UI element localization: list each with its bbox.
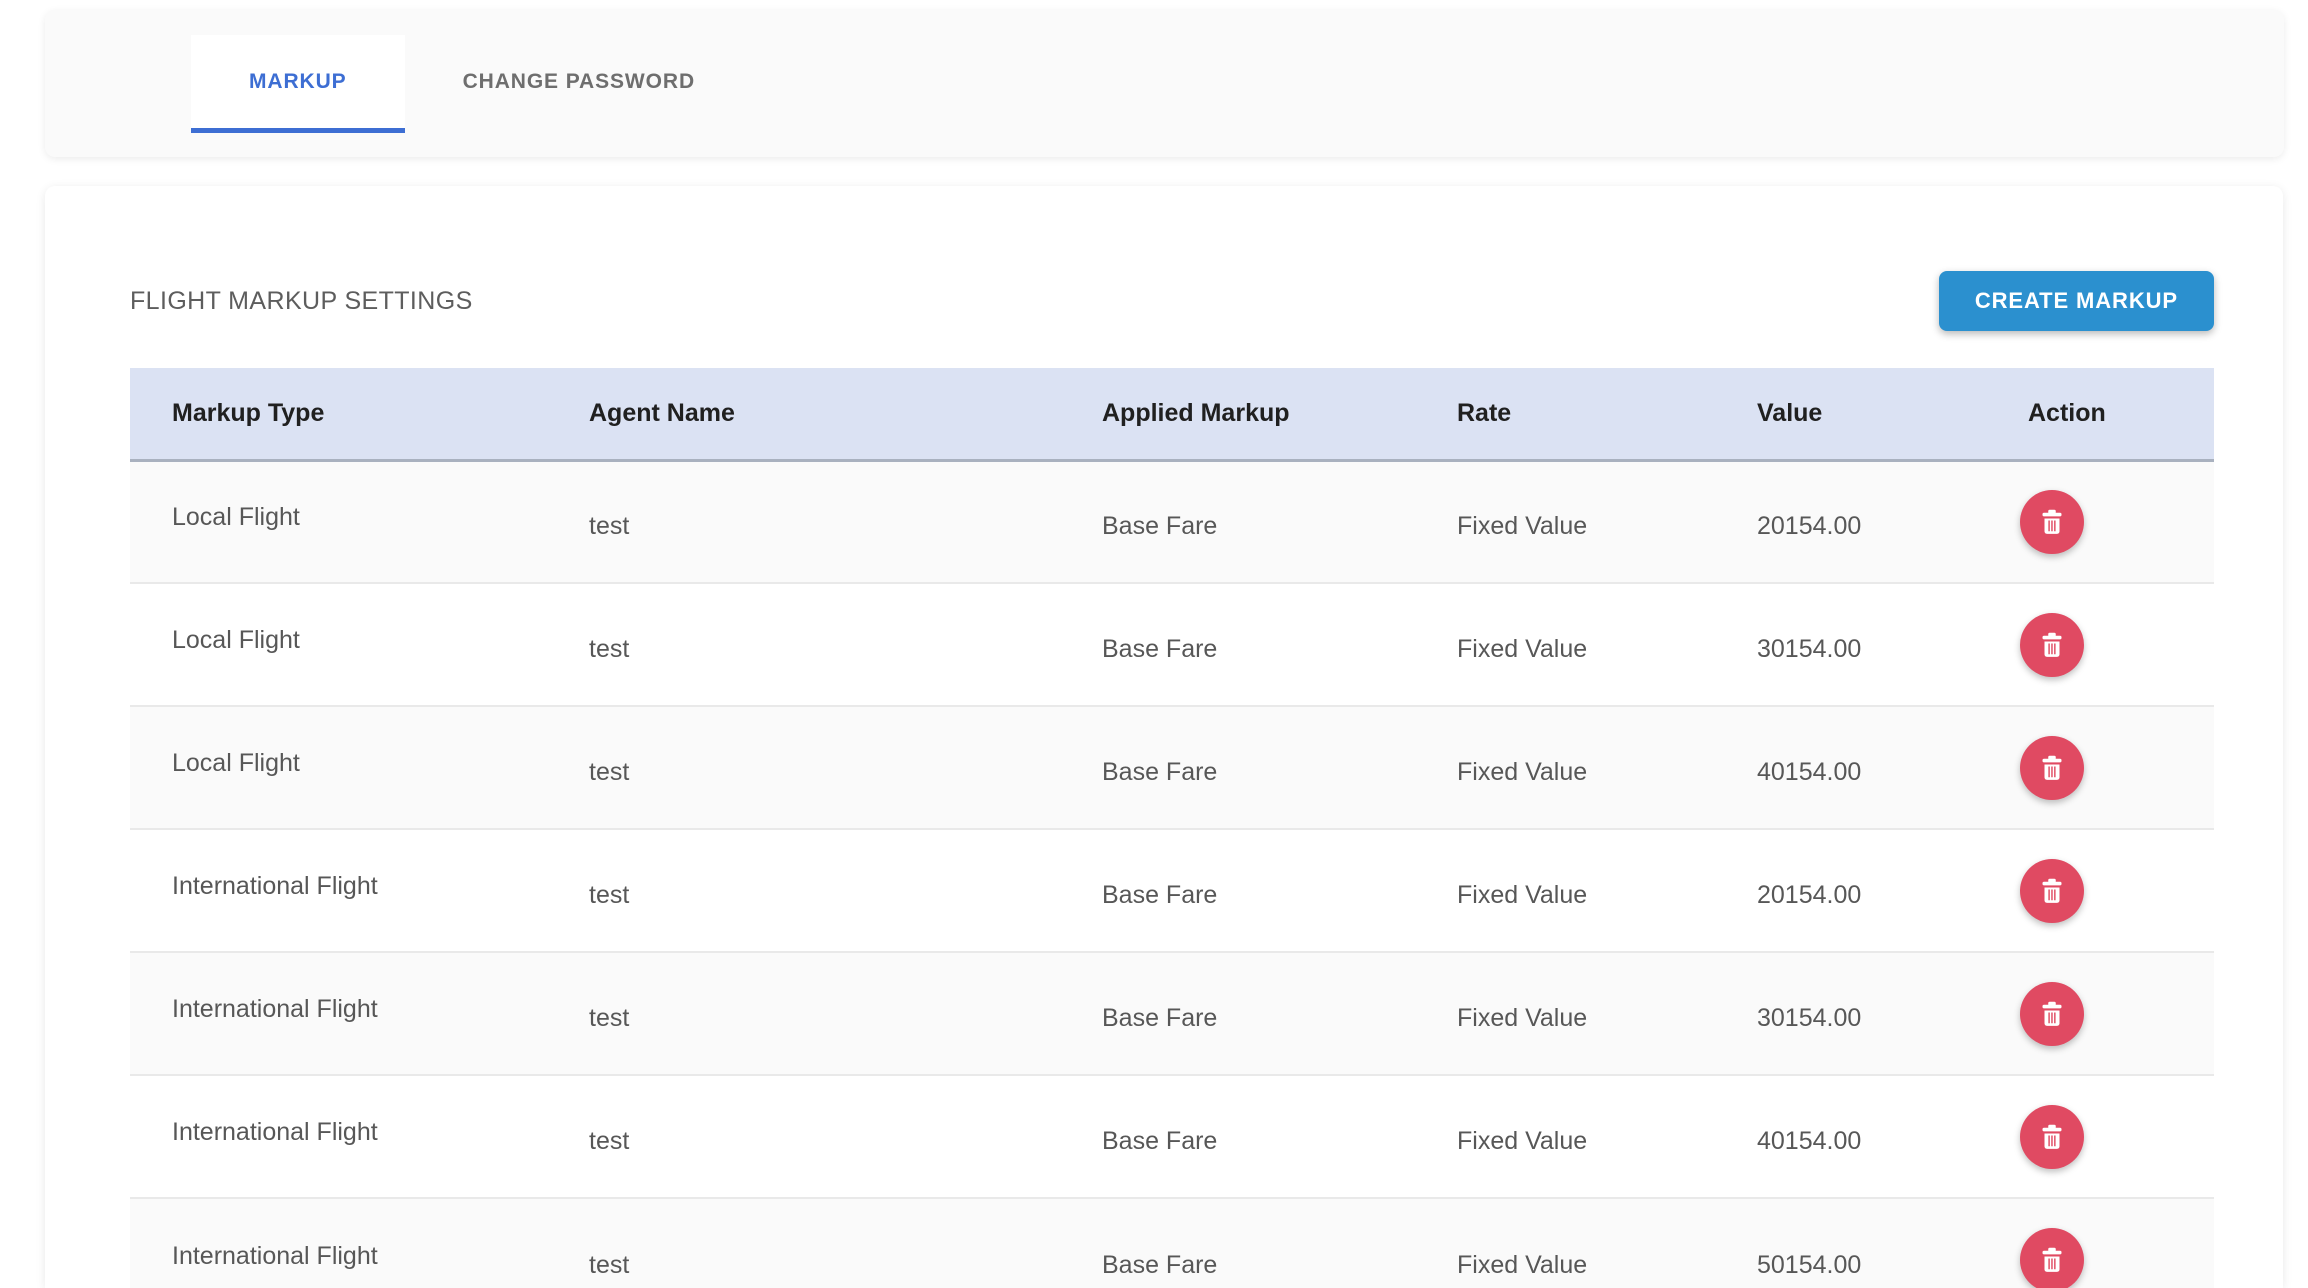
cell-action xyxy=(2020,829,2214,952)
cell-rate: Fixed Value xyxy=(1457,952,1757,1075)
cell-applied-markup: Base Fare xyxy=(1102,829,1457,952)
tab-change-password[interactable]: CHANGE PASSWORD xyxy=(405,35,753,133)
flight-markup-settings-card: FLIGHT MARKUP SETTINGS CREATE MARKUP Mar… xyxy=(45,186,2283,1288)
create-markup-button[interactable]: CREATE MARKUP xyxy=(1939,271,2214,331)
table-row: International Flight test Base Fare Fixe… xyxy=(130,952,2214,1075)
column-header-action: Action xyxy=(2020,368,2214,460)
table-header: Markup Type Agent Name Applied Markup Ra… xyxy=(130,368,2214,460)
trash-icon xyxy=(2037,630,2067,660)
cell-agent-name: test xyxy=(589,460,1102,583)
column-header-applied-markup: Applied Markup xyxy=(1102,368,1457,460)
cell-markup-type: International Flight xyxy=(130,1075,589,1198)
cell-markup-type: International Flight xyxy=(130,952,589,1075)
cell-value: 30154.00 xyxy=(1757,952,2020,1075)
cell-applied-markup: Base Fare xyxy=(1102,583,1457,706)
cell-action xyxy=(2020,1198,2214,1288)
table-row: International Flight test Base Fare Fixe… xyxy=(130,1198,2214,1288)
cell-applied-markup: Base Fare xyxy=(1102,460,1457,583)
cell-value: 20154.00 xyxy=(1757,460,2020,583)
delete-button[interactable] xyxy=(2020,859,2084,923)
page-title: FLIGHT MARKUP SETTINGS xyxy=(130,287,473,316)
cell-value: 40154.00 xyxy=(1757,1075,2020,1198)
trash-icon xyxy=(2037,1245,2067,1275)
cell-value: 40154.00 xyxy=(1757,706,2020,829)
column-header-agent-name: Agent Name xyxy=(589,368,1102,460)
cell-action xyxy=(2020,583,2214,706)
cell-action xyxy=(2020,952,2214,1075)
cell-value: 30154.00 xyxy=(1757,583,2020,706)
delete-button[interactable] xyxy=(2020,1105,2084,1169)
markup-table: Markup Type Agent Name Applied Markup Ra… xyxy=(130,368,2214,1288)
table-row: International Flight test Base Fare Fixe… xyxy=(130,1075,2214,1198)
table-row: Local Flight test Base Fare Fixed Value … xyxy=(130,583,2214,706)
cell-rate: Fixed Value xyxy=(1457,706,1757,829)
cell-applied-markup: Base Fare xyxy=(1102,1075,1457,1198)
cell-agent-name: test xyxy=(589,829,1102,952)
table-header-row: Markup Type Agent Name Applied Markup Ra… xyxy=(130,368,2214,460)
cell-rate: Fixed Value xyxy=(1457,583,1757,706)
page: MARKUP CHANGE PASSWORD FLIGHT MARKUP SET… xyxy=(0,0,2308,1288)
table-body: Local Flight test Base Fare Fixed Value … xyxy=(130,460,2214,1288)
cell-agent-name: test xyxy=(589,583,1102,706)
tabs-row: MARKUP CHANGE PASSWORD xyxy=(191,35,753,133)
delete-button[interactable] xyxy=(2020,982,2084,1046)
delete-button[interactable] xyxy=(2020,736,2084,800)
cell-value: 50154.00 xyxy=(1757,1198,2020,1288)
trash-icon xyxy=(2037,876,2067,906)
cell-markup-type: International Flight xyxy=(130,1198,589,1288)
cell-action xyxy=(2020,460,2214,583)
delete-button[interactable] xyxy=(2020,490,2084,554)
table-row: Local Flight test Base Fare Fixed Value … xyxy=(130,706,2214,829)
cell-action xyxy=(2020,1075,2214,1198)
cell-markup-type: Local Flight xyxy=(130,460,589,583)
cell-agent-name: test xyxy=(589,952,1102,1075)
cell-markup-type: International Flight xyxy=(130,829,589,952)
column-header-rate: Rate xyxy=(1457,368,1757,460)
cell-applied-markup: Base Fare xyxy=(1102,952,1457,1075)
cell-value: 20154.00 xyxy=(1757,829,2020,952)
cell-markup-type: Local Flight xyxy=(130,583,589,706)
tabs-card: MARKUP CHANGE PASSWORD xyxy=(45,10,2284,157)
cell-action xyxy=(2020,706,2214,829)
table-row: Local Flight test Base Fare Fixed Value … xyxy=(130,460,2214,583)
column-header-markup-type: Markup Type xyxy=(130,368,589,460)
column-header-value: Value xyxy=(1757,368,2020,460)
cell-markup-type: Local Flight xyxy=(130,706,589,829)
cell-agent-name: test xyxy=(589,706,1102,829)
trash-icon xyxy=(2037,999,2067,1029)
cell-agent-name: test xyxy=(589,1198,1102,1288)
cell-applied-markup: Base Fare xyxy=(1102,1198,1457,1288)
cell-rate: Fixed Value xyxy=(1457,1075,1757,1198)
cell-rate: Fixed Value xyxy=(1457,1198,1757,1288)
card-header: FLIGHT MARKUP SETTINGS CREATE MARKUP xyxy=(130,271,2214,331)
delete-button[interactable] xyxy=(2020,1228,2084,1288)
cell-agent-name: test xyxy=(589,1075,1102,1198)
table-row: International Flight test Base Fare Fixe… xyxy=(130,829,2214,952)
trash-icon xyxy=(2037,1122,2067,1152)
cell-rate: Fixed Value xyxy=(1457,829,1757,952)
trash-icon xyxy=(2037,507,2067,537)
trash-icon xyxy=(2037,753,2067,783)
tab-markup[interactable]: MARKUP xyxy=(191,35,405,133)
cell-rate: Fixed Value xyxy=(1457,460,1757,583)
cell-applied-markup: Base Fare xyxy=(1102,706,1457,829)
delete-button[interactable] xyxy=(2020,613,2084,677)
